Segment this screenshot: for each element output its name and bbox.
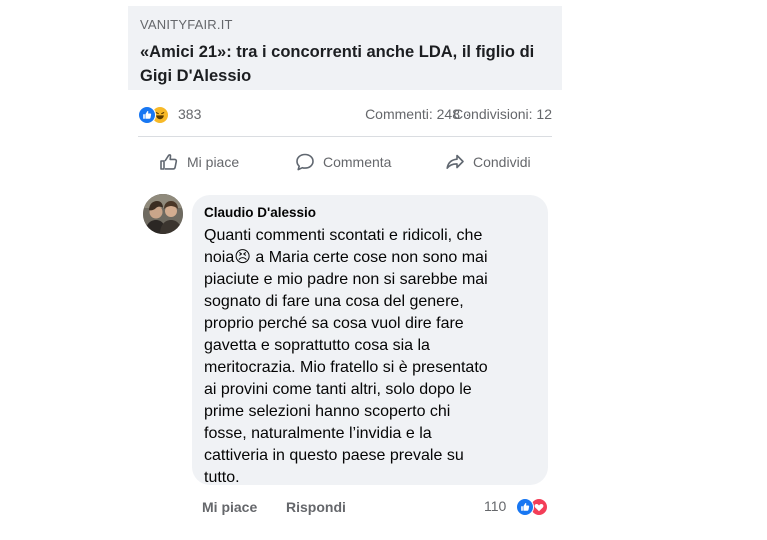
- facebook-post: VANITYFAIR.IT «Amici 21»: tra i concorre…: [128, 0, 562, 540]
- comment-reply-link[interactable]: Rispondi: [286, 499, 346, 515]
- link-preview-card[interactable]: VANITYFAIR.IT «Amici 21»: tra i concorre…: [128, 6, 562, 90]
- comment-button-label: Commenta: [323, 154, 392, 170]
- comment-button[interactable]: Commenta: [294, 144, 391, 180]
- comments-count[interactable]: Commenti: 248: [365, 106, 460, 122]
- avatar[interactable]: [143, 194, 183, 234]
- thumbs-up-icon: [160, 154, 178, 170]
- comment-reaction-count[interactable]: 110: [484, 498, 506, 514]
- share-button-label: Condividi: [473, 154, 531, 170]
- reaction-icons[interactable]: [138, 105, 174, 125]
- comment-text: Quanti commenti scontati e ridicoli, che…: [204, 227, 488, 486]
- comment-footer: Mi piace Rispondi 110: [202, 497, 552, 517]
- share-button[interactable]: Condividi: [444, 144, 531, 180]
- comment-bubble: Claudio D'alessio Quanti commenti sconta…: [192, 195, 548, 486]
- reaction-count[interactable]: 383: [178, 106, 201, 122]
- link-domain: VANITYFAIR.IT: [140, 17, 233, 32]
- comment-like-link[interactable]: Mi piace: [202, 499, 257, 515]
- link-title[interactable]: «Amici 21»: tra i concorrenti anche LDA,…: [140, 40, 555, 88]
- like-button-label: Mi piace: [187, 154, 240, 170]
- comment-reaction-icons[interactable]: [516, 497, 552, 517]
- like-icon: [516, 498, 534, 516]
- share-arrow-icon: [446, 154, 464, 169]
- post-stats: 383 Commenti: 248 · Condivisioni: 12: [138, 104, 552, 126]
- comment-author[interactable]: Claudio D'alessio: [204, 205, 316, 220]
- shares-count[interactable]: Condivisioni: 12: [453, 106, 552, 122]
- post-action-bar: Mi piace Commenta Condividi: [138, 144, 552, 180]
- divider: [138, 136, 552, 137]
- like-button[interactable]: Mi piace: [158, 144, 239, 180]
- speech-bubble-icon: [296, 153, 314, 171]
- like-icon: [138, 106, 156, 124]
